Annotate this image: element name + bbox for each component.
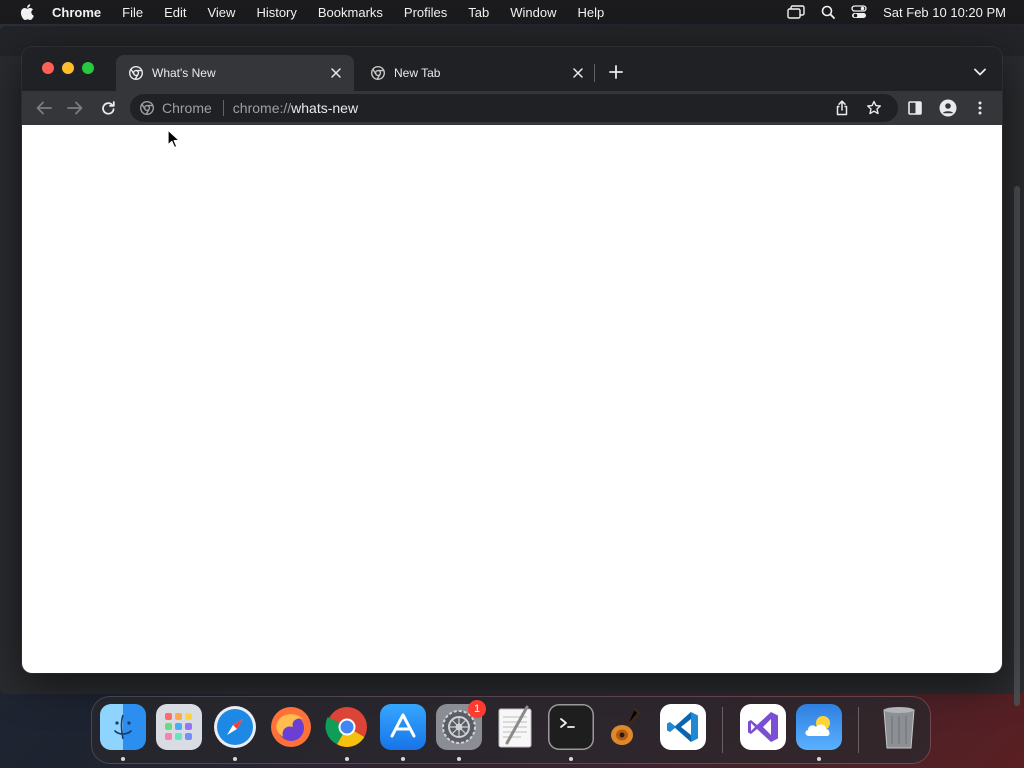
window-close-button[interactable] [42,62,54,74]
dock-separator [858,707,859,753]
menu-tab[interactable]: Tab [468,5,489,20]
dock-running-indicator [121,757,125,761]
dock-running-indicator [569,757,573,761]
dock-vscode-icon[interactable] [660,704,706,750]
dock-launchpad-icon[interactable] [156,704,202,750]
tab-close-icon[interactable] [328,65,344,81]
plus-icon [609,65,623,79]
side-panel-icon [908,101,922,115]
profile-button[interactable] [936,96,960,120]
forward-button[interactable] [63,96,87,120]
menu-bookmarks[interactable]: Bookmarks [318,5,383,20]
chevron-down-icon [974,68,986,76]
background-window-scrollbar[interactable] [1014,186,1020,706]
dock-firefox-icon[interactable] [268,704,314,750]
tab-divider [594,64,595,82]
dock: 1 [92,697,930,763]
omnibox-divider [222,100,224,116]
screen-mirroring-icon[interactable] [787,5,805,19]
share-icon[interactable] [832,98,852,118]
tab-whats-new[interactable]: What's New [116,55,354,91]
apple-logo-icon[interactable] [16,4,38,20]
back-arrow-icon [36,101,52,115]
page-content[interactable] [22,125,1002,673]
more-menu-icon [978,101,982,115]
menu-file[interactable]: File [122,5,143,20]
reload-button[interactable] [96,96,120,120]
site-chip-label: Chrome [162,100,212,116]
dock-app-store-icon[interactable] [380,704,426,750]
url-scheme: chrome:// [232,100,292,116]
chrome-logo-icon [140,101,154,115]
url-host: whats-new [291,100,359,116]
bookmark-star-icon[interactable] [864,98,884,118]
menu-help[interactable]: Help [578,5,605,20]
side-panel-button[interactable] [903,96,927,120]
browser-toolbar: Chrome chrome://whats-new [22,91,1002,125]
tab-strip: What's New New Tab [22,47,1002,91]
more-menu-button[interactable] [968,96,992,120]
tab-search-button[interactable] [970,62,990,82]
mouse-cursor-icon [167,129,180,149]
dock-terminal-icon[interactable] [548,704,594,750]
menu-chrome[interactable]: Chrome [52,5,101,20]
menu-edit[interactable]: Edit [164,5,186,20]
dock-separator [722,707,723,753]
menu-history[interactable]: History [256,5,296,20]
tab-title: What's New [152,66,216,80]
site-info-chip[interactable]: Chrome [140,100,212,116]
chrome-favicon [370,65,386,81]
back-button[interactable] [32,96,56,120]
tab-title: New Tab [394,66,441,80]
dock-system-settings-icon[interactable]: 1 [436,700,486,750]
tab-new-tab[interactable]: New Tab [358,55,596,91]
reload-icon [101,100,115,115]
dock-running-indicator [817,757,821,761]
menu-bar-clock[interactable]: Sat Feb 10 10:20 PM [883,5,1006,20]
dock-running-indicator [401,757,405,761]
new-tab-button[interactable] [606,62,626,82]
chrome-favicon [128,65,144,81]
tab-close-icon[interactable] [570,65,586,81]
window-minimize-button[interactable] [62,62,74,74]
notification-badge: 1 [468,700,486,718]
spotlight-search-icon[interactable] [821,5,836,19]
dock-textedit-icon[interactable] [492,704,538,750]
dock-garageband-icon[interactable] [604,704,650,750]
dock-running-indicator [345,757,349,761]
dock-running-indicator [233,757,237,761]
dock-trash-icon[interactable] [876,704,922,750]
dock-safari-icon[interactable] [212,704,258,750]
dock-visual-studio-icon[interactable] [740,704,786,750]
menu-profiles[interactable]: Profiles [404,5,447,20]
control-center-icon[interactable] [851,5,867,19]
dock-weather-icon[interactable] [796,704,842,750]
address-bar[interactable]: Chrome chrome://whats-new [130,94,898,122]
profile-icon [939,99,957,117]
menu-view[interactable]: View [207,5,235,20]
dock-running-indicator [457,757,461,761]
dock-finder-icon[interactable] [100,704,146,750]
window-maximize-button[interactable] [82,62,94,74]
menu-window[interactable]: Window [510,5,556,20]
menu-bar: Chrome File Edit View History Bookmarks … [0,0,1024,24]
forward-arrow-icon [67,101,83,115]
dock-chrome-icon[interactable] [324,704,370,750]
